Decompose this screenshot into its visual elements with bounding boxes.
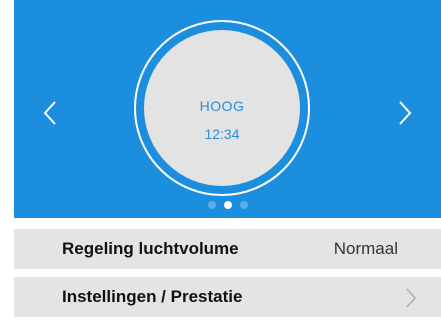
next-mode-button[interactable] (393, 98, 417, 128)
air-volume-label: Regeling luchtvolume (62, 239, 239, 258)
performance-settings-label: Instellingen / Prestatie (62, 287, 243, 306)
screen: HOOG 12:34 Regeling luchtvolume Normaal … (0, 0, 441, 320)
time-label: 12:34 (204, 126, 240, 142)
chevron-right-icon (406, 288, 417, 308)
page-dot[interactable] (239, 201, 248, 209)
chevron-left-icon (43, 101, 56, 125)
air-volume-setting-row[interactable]: Regeling luchtvolume Normaal (14, 229, 441, 269)
chevron-right-icon (399, 101, 412, 125)
performance-settings-row[interactable]: Instellingen / Prestatie (14, 277, 441, 317)
previous-mode-button[interactable] (38, 98, 62, 128)
page-dot-active[interactable] (223, 201, 232, 209)
page-indicator (14, 199, 441, 211)
mode-label: HOOG (199, 98, 245, 114)
air-volume-value: Normaal (333, 239, 398, 258)
page-dot[interactable] (207, 201, 216, 209)
